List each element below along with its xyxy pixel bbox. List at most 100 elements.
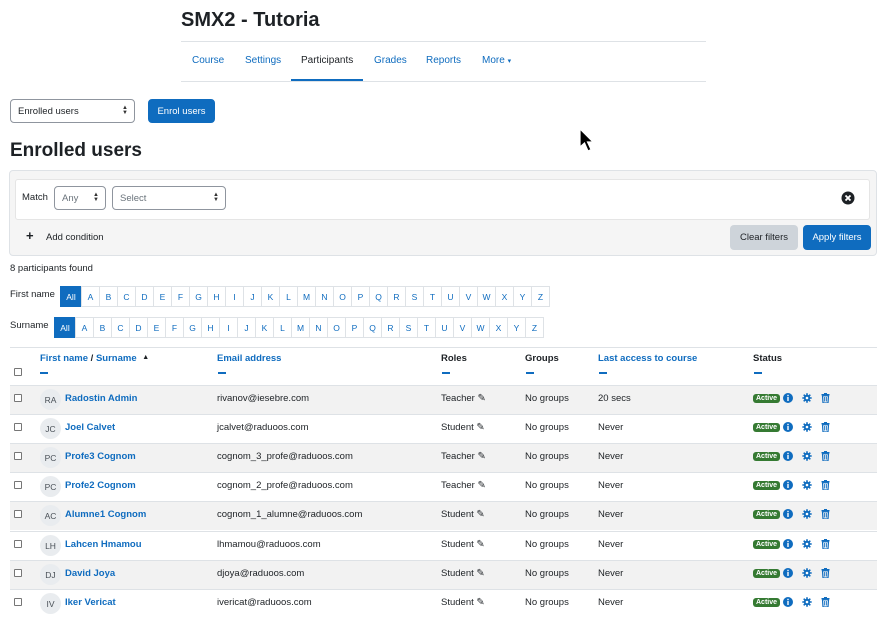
participant-name-link[interactable]: Joel Calvet	[65, 422, 115, 433]
row-select-checkbox[interactable]	[14, 452, 22, 460]
gear-icon[interactable]	[802, 422, 812, 432]
initial-letter-button[interactable]: H	[201, 317, 220, 338]
tab-course[interactable]: Course	[192, 55, 224, 66]
initial-letter-button[interactable]: J	[237, 317, 256, 338]
initial-letter-button[interactable]: T	[417, 317, 436, 338]
sort-surname-link[interactable]: Surname	[96, 353, 137, 364]
gear-icon[interactable]	[802, 451, 812, 461]
participant-name-link[interactable]: Lahcen Hmamou	[65, 539, 142, 550]
participant-name-link[interactable]: Profe3 Cognom	[65, 451, 136, 462]
info-icon[interactable]	[783, 539, 793, 549]
initial-letter-button[interactable]: X	[489, 317, 508, 338]
info-icon[interactable]	[783, 422, 793, 432]
pencil-icon[interactable]: ✎	[477, 480, 485, 491]
initial-letter-button[interactable]: D	[129, 317, 148, 338]
initial-letter-button[interactable]: K	[261, 286, 280, 307]
tab-reports[interactable]: Reports	[426, 55, 461, 66]
initial-letter-button[interactable]: G	[183, 317, 202, 338]
row-select-checkbox[interactable]	[14, 540, 22, 548]
add-condition-link[interactable]: Add condition	[46, 232, 104, 243]
match-select[interactable]: Any ▲ ▼	[54, 186, 106, 210]
gear-icon[interactable]	[802, 597, 812, 607]
info-icon[interactable]	[783, 451, 793, 461]
sort-firstname-link[interactable]: First name	[40, 353, 88, 364]
sort-email-link[interactable]: Email address	[217, 353, 281, 364]
collapse-column-icon[interactable]	[218, 372, 226, 374]
initial-letter-button[interactable]: S	[399, 317, 418, 338]
pencil-icon[interactable]: ✎	[476, 539, 484, 550]
initial-letter-button[interactable]: N	[315, 286, 334, 307]
initial-letter-button[interactable]: I	[219, 317, 238, 338]
initial-letter-button[interactable]: O	[327, 317, 346, 338]
initial-letter-button[interactable]: U	[435, 317, 454, 338]
trash-icon[interactable]	[821, 422, 830, 432]
initial-letter-button[interactable]: A	[75, 317, 94, 338]
initial-letter-button[interactable]: S	[405, 286, 424, 307]
info-icon[interactable]	[783, 480, 793, 490]
initial-letter-button[interactable]: E	[147, 317, 166, 338]
participant-name-link[interactable]: David Joya	[65, 568, 115, 579]
gear-icon[interactable]	[802, 480, 812, 490]
initial-all-button[interactable]: All	[54, 317, 76, 338]
participant-name-link[interactable]: Profe2 Cognom	[65, 480, 136, 491]
initial-letter-button[interactable]: A	[81, 286, 100, 307]
select-all-checkbox[interactable]	[14, 368, 22, 376]
filter-type-select[interactable]: Select ▲ ▼	[112, 186, 226, 210]
pencil-icon[interactable]: ✎	[476, 568, 484, 579]
initial-letter-button[interactable]: E	[153, 286, 172, 307]
tab-participants[interactable]: Participants	[301, 55, 353, 66]
pencil-icon[interactable]: ✎	[476, 422, 484, 433]
initial-letter-button[interactable]: L	[279, 286, 298, 307]
gear-icon[interactable]	[802, 539, 812, 549]
initial-letter-button[interactable]: R	[381, 317, 400, 338]
initial-letter-button[interactable]: T	[423, 286, 442, 307]
gear-icon[interactable]	[802, 568, 812, 578]
info-icon[interactable]	[783, 393, 793, 403]
gear-icon[interactable]	[802, 393, 812, 403]
pencil-icon[interactable]: ✎	[477, 451, 485, 462]
initial-all-button[interactable]: All	[60, 286, 82, 307]
initial-letter-button[interactable]: F	[171, 286, 190, 307]
collapse-column-icon[interactable]	[599, 372, 607, 374]
trash-icon[interactable]	[821, 393, 830, 403]
initial-letter-button[interactable]: V	[459, 286, 478, 307]
initial-letter-button[interactable]: L	[273, 317, 292, 338]
initial-letter-button[interactable]: R	[387, 286, 406, 307]
initial-letter-button[interactable]: G	[189, 286, 208, 307]
initial-letter-button[interactable]: Q	[369, 286, 388, 307]
initial-letter-button[interactable]: Q	[363, 317, 382, 338]
info-icon[interactable]	[783, 568, 793, 578]
collapse-column-icon[interactable]	[526, 372, 534, 374]
trash-icon[interactable]	[821, 568, 830, 578]
trash-icon[interactable]	[821, 539, 830, 549]
initial-letter-button[interactable]: D	[135, 286, 154, 307]
tab-grades[interactable]: Grades	[374, 55, 407, 66]
initial-letter-button[interactable]: K	[255, 317, 274, 338]
initial-letter-button[interactable]: P	[345, 317, 364, 338]
row-select-checkbox[interactable]	[14, 598, 22, 606]
enrolment-select[interactable]: Enrolled users ▲ ▼	[10, 99, 135, 123]
initial-letter-button[interactable]: P	[351, 286, 370, 307]
pencil-icon[interactable]: ✎	[477, 393, 485, 404]
initial-letter-button[interactable]: B	[99, 286, 118, 307]
row-select-checkbox[interactable]	[14, 423, 22, 431]
row-select-checkbox[interactable]	[14, 394, 22, 402]
initial-letter-button[interactable]: M	[297, 286, 316, 307]
collapse-column-icon[interactable]	[40, 372, 48, 374]
row-select-checkbox[interactable]	[14, 481, 22, 489]
initial-letter-button[interactable]: I	[225, 286, 244, 307]
initial-letter-button[interactable]: J	[243, 286, 262, 307]
info-icon[interactable]	[783, 509, 793, 519]
initial-letter-button[interactable]: W	[471, 317, 490, 338]
initial-letter-button[interactable]: Y	[513, 286, 532, 307]
initial-letter-button[interactable]: C	[117, 286, 136, 307]
collapse-column-icon[interactable]	[442, 372, 450, 374]
initial-letter-button[interactable]: C	[111, 317, 130, 338]
initial-letter-button[interactable]: V	[453, 317, 472, 338]
trash-icon[interactable]	[821, 597, 830, 607]
clear-filters-button[interactable]: Clear filters	[730, 225, 798, 250]
initial-letter-button[interactable]: X	[495, 286, 514, 307]
remove-filter-icon[interactable]	[841, 191, 855, 205]
initial-letter-button[interactable]: W	[477, 286, 496, 307]
pencil-icon[interactable]: ✎	[476, 597, 484, 608]
